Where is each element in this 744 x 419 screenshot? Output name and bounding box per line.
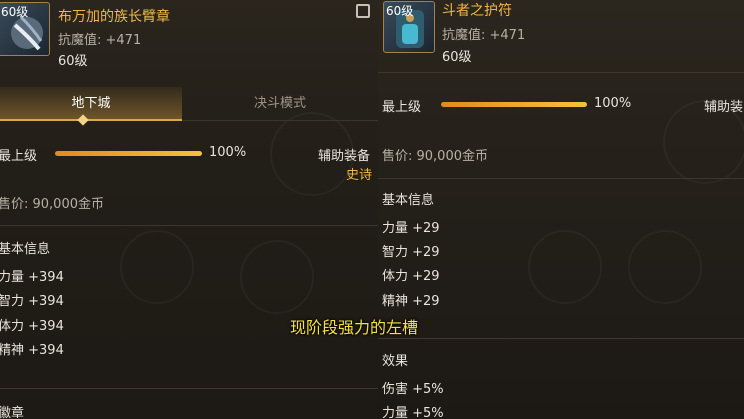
max-level-label: 最上级	[382, 100, 422, 115]
divider	[378, 72, 744, 73]
effect-line: 力量 +5%	[382, 406, 444, 419]
item-name: 斗者之护符	[442, 3, 512, 19]
background-emblem	[628, 230, 702, 304]
emblem-title: 徽章	[0, 406, 25, 419]
background-emblem	[240, 240, 314, 314]
stat-line: 精神 +394	[0, 343, 64, 358]
item-thumbnail[interactable]: 60级	[0, 2, 50, 56]
basic-info-title: 基本信息	[382, 193, 435, 208]
mode-tabs: 地下城 决斗模式	[0, 87, 378, 121]
item-name: 布万加的族长臂章	[58, 9, 170, 25]
level-text: 60级	[58, 54, 88, 69]
basic-info-title: 基本信息	[0, 242, 51, 257]
slot-type: 辅助装备	[318, 149, 371, 164]
item-level-tag: 60级	[1, 5, 29, 19]
upgrade-progress-bar	[441, 102, 587, 107]
background-emblem	[120, 230, 194, 304]
background-emblem	[528, 230, 602, 304]
tab-dungeon[interactable]: 地下城	[0, 87, 182, 121]
sell-price: 售价: 90,000金币	[0, 197, 104, 212]
item-level-tag: 60级	[386, 4, 414, 18]
divider	[0, 225, 378, 226]
sell-price: 售价: 90,000金币	[382, 149, 488, 164]
progress-percent: 100%	[594, 96, 632, 111]
stat-line: 体力 +29	[382, 269, 440, 284]
video-caption: 现阶段强力的左槽	[290, 318, 419, 337]
anti-magic-value: 抗魔值: +471	[442, 28, 526, 43]
share-icon[interactable]	[356, 4, 370, 18]
upgrade-progress-bar	[55, 151, 202, 156]
slot-type: 辅助装	[704, 100, 744, 115]
level-text: 60级	[442, 50, 472, 65]
stat-line: 力量 +394	[0, 270, 64, 285]
item-thumbnail[interactable]: 60级	[383, 1, 435, 53]
left-item-tooltip: 60级 布万加的族长臂章 抗魔值: +471 60级 地下城 决斗模式 最上级 …	[0, 0, 378, 419]
divider	[378, 178, 744, 179]
stat-line: 力量 +29	[382, 221, 440, 236]
effect-line: 伤害 +5%	[382, 382, 444, 397]
stat-line: 精神 +29	[382, 294, 440, 309]
stat-line: 智力 +394	[0, 294, 64, 309]
max-level-label: 最上级	[0, 149, 38, 164]
divider	[378, 338, 744, 339]
anti-magic-value: 抗魔值: +471	[58, 33, 142, 48]
tab-duel[interactable]: 决斗模式	[182, 87, 378, 121]
rarity-label: 史诗	[346, 168, 373, 183]
effect-title: 效果	[382, 354, 409, 369]
stat-line: 体力 +394	[0, 319, 64, 334]
progress-percent: 100%	[209, 145, 247, 160]
stat-line: 智力 +29	[382, 245, 440, 260]
right-item-tooltip: 60级 斗者之护符 抗魔值: +471 60级 最上级 100% 辅助装 售价:…	[378, 0, 744, 419]
divider	[0, 388, 378, 389]
